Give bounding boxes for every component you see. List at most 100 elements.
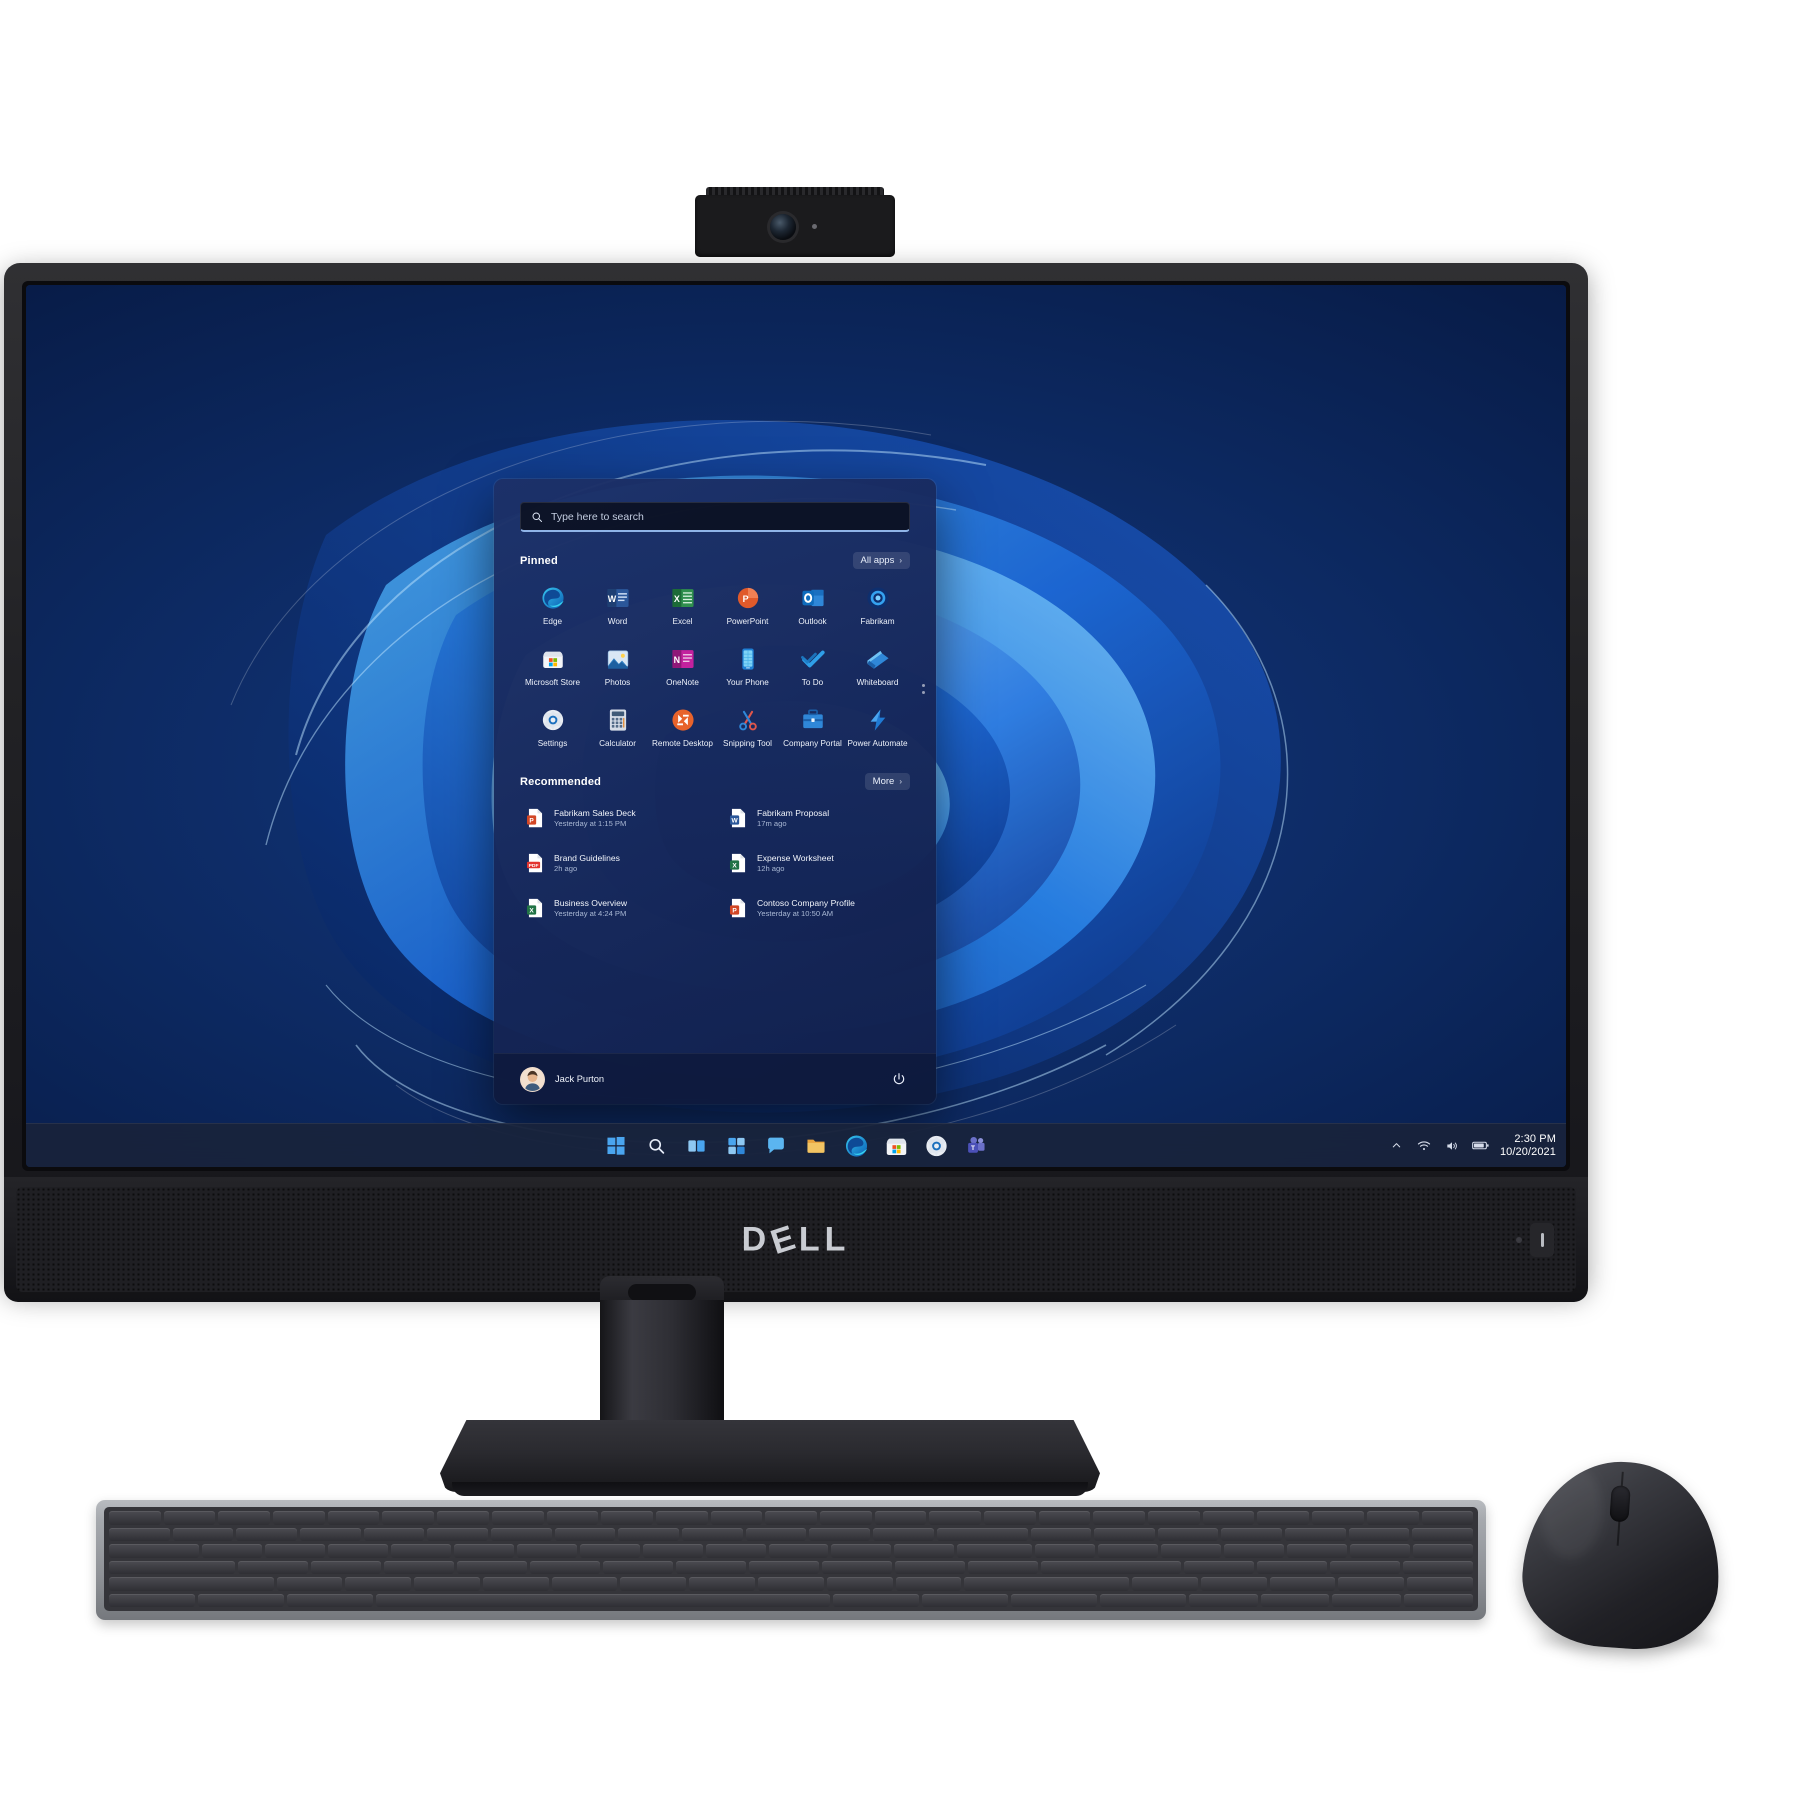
- keyboard-key[interactable]: [1287, 1544, 1348, 1558]
- keyboard-key[interactable]: [1285, 1527, 1346, 1541]
- pinned-app-word[interactable]: W Word: [585, 580, 650, 629]
- keyboard-key[interactable]: [676, 1560, 746, 1574]
- keyboard-key[interactable]: [327, 1511, 380, 1525]
- keyboard-key[interactable]: [375, 1593, 830, 1607]
- keyboard-key[interactable]: [109, 1544, 199, 1558]
- keyboard-key[interactable]: [384, 1560, 454, 1574]
- keyboard-key[interactable]: [264, 1544, 325, 1558]
- keyboard-key[interactable]: [109, 1560, 235, 1574]
- mouse-scroll-wheel[interactable]: [1609, 1485, 1631, 1523]
- recommended-item[interactable]: P Fabrikam Sales Deck Yesterday at 1:15 …: [520, 801, 707, 835]
- pinned-app-photos[interactable]: Photos: [585, 641, 650, 690]
- keyboard-key[interactable]: [382, 1511, 435, 1525]
- speaker-icon[interactable]: [1444, 1137, 1461, 1154]
- power-button[interactable]: [1530, 1222, 1554, 1257]
- search-button[interactable]: [643, 1132, 670, 1159]
- keyboard-key[interactable]: [554, 1527, 616, 1541]
- pinned-app-outlook[interactable]: Outlook: [780, 580, 845, 629]
- keyboard-key[interactable]: [765, 1511, 817, 1525]
- keyboard-key[interactable]: [172, 1527, 234, 1541]
- pinned-app-onenote[interactable]: N OneNote: [650, 641, 715, 690]
- keyboard-key[interactable]: [957, 1544, 1033, 1558]
- keyboard-key[interactable]: [745, 1527, 807, 1541]
- keyboard-key[interactable]: [1330, 1560, 1400, 1574]
- keyboard-key[interactable]: [1338, 1577, 1405, 1591]
- pinned-app-snipping-tool[interactable]: Snipping Tool: [715, 702, 780, 751]
- keyboard-key[interactable]: [872, 1527, 934, 1541]
- keyboard-key[interactable]: [1010, 1593, 1097, 1607]
- keyboard-key[interactable]: [109, 1511, 161, 1525]
- keyboard-key[interactable]: [390, 1544, 451, 1558]
- settings-button[interactable]: [923, 1132, 950, 1159]
- keyboard-key[interactable]: [1200, 1577, 1267, 1591]
- keyboard-key[interactable]: [1157, 1527, 1219, 1541]
- keyboard-key[interactable]: [109, 1577, 274, 1591]
- pinned-app-company-portal[interactable]: Company Portal: [780, 702, 845, 751]
- pinned-page-indicator[interactable]: [922, 684, 925, 694]
- keyboard-key[interactable]: [929, 1511, 981, 1525]
- keyboard-key[interactable]: [1312, 1511, 1364, 1525]
- pinned-app-powerpoint[interactable]: P PowerPoint: [715, 580, 780, 629]
- keyboard-key[interactable]: [1413, 1544, 1473, 1558]
- more-button[interactable]: More ›: [864, 773, 910, 790]
- keyboard-key[interactable]: [345, 1577, 412, 1591]
- pinned-app-your-phone[interactable]: Your Phone: [715, 641, 780, 690]
- keyboard-key[interactable]: [968, 1560, 1038, 1574]
- keyboard-key[interactable]: [1148, 1511, 1200, 1525]
- edge-button[interactable]: [843, 1132, 870, 1159]
- keyboard-key[interactable]: [1041, 1560, 1181, 1574]
- keyboard-key[interactable]: [236, 1527, 297, 1541]
- keyboard-key[interactable]: [414, 1577, 480, 1591]
- pinned-app-excel[interactable]: X Excel: [650, 580, 715, 629]
- keyboard-key[interactable]: [831, 1544, 892, 1558]
- recommended-item[interactable]: W Fabrikam Proposal 17m ago: [723, 801, 910, 835]
- keyboard-key[interactable]: [689, 1577, 756, 1591]
- teams-button[interactable]: T: [963, 1132, 990, 1159]
- keyboard-key[interactable]: [1366, 1511, 1419, 1525]
- keyboard-key[interactable]: [1348, 1527, 1410, 1541]
- keyboard-key[interactable]: [1221, 1527, 1283, 1541]
- pinned-app-microsoft-store[interactable]: Microsoft Store: [520, 641, 585, 690]
- keyboard-key[interactable]: [895, 1560, 965, 1574]
- keyboard-key[interactable]: [1260, 1593, 1330, 1607]
- keyboard-key[interactable]: [1161, 1544, 1222, 1558]
- keyboard-key[interactable]: [1350, 1544, 1411, 1558]
- keyboard-key[interactable]: [453, 1544, 514, 1558]
- pinned-app-edge[interactable]: Edge: [520, 580, 585, 629]
- search-input[interactable]: Type here to search: [520, 502, 910, 532]
- keyboard-key[interactable]: [1332, 1593, 1402, 1607]
- keyboard-key[interactable]: [809, 1527, 870, 1541]
- keyboard-key[interactable]: [109, 1527, 170, 1541]
- task-view-button[interactable]: [683, 1132, 710, 1159]
- wireless-keyboard[interactable]: [96, 1500, 1486, 1620]
- keyboard-key[interactable]: [1404, 1593, 1473, 1607]
- keyboard-key[interactable]: [276, 1577, 343, 1591]
- power-button[interactable]: [887, 1068, 910, 1091]
- keyboard-key[interactable]: [1099, 1593, 1186, 1607]
- start-button[interactable]: [603, 1132, 630, 1159]
- keyboard-key[interactable]: [530, 1560, 600, 1574]
- keyboard-key[interactable]: [1421, 1511, 1474, 1525]
- file-explorer-button[interactable]: [803, 1132, 830, 1159]
- keyboard-key[interactable]: [1131, 1577, 1198, 1591]
- keyboard-key[interactable]: [363, 1527, 425, 1541]
- keyboard-key[interactable]: [964, 1577, 1129, 1591]
- keyboard-key[interactable]: [822, 1560, 892, 1574]
- keyboard-key[interactable]: [642, 1544, 703, 1558]
- keyboard-key[interactable]: [1035, 1544, 1096, 1558]
- keyboard-key[interactable]: [1403, 1560, 1473, 1574]
- recommended-item[interactable]: P Contoso Company Profile Yesterday at 1…: [723, 891, 910, 925]
- keyboard-key[interactable]: [1038, 1511, 1091, 1525]
- keyboard-key[interactable]: [984, 1511, 1036, 1525]
- user-account-button[interactable]: Jack Purton: [520, 1066, 604, 1092]
- keyboard-key[interactable]: [1184, 1560, 1254, 1574]
- keyboard-key[interactable]: [238, 1560, 308, 1574]
- keyboard-key[interactable]: [311, 1560, 381, 1574]
- keyboard-key[interactable]: [1098, 1544, 1159, 1558]
- keyboard-key[interactable]: [427, 1527, 488, 1541]
- pinned-app-settings[interactable]: Settings: [520, 702, 585, 751]
- pinned-app-calculator[interactable]: Calculator: [585, 702, 650, 751]
- recommended-item[interactable]: X Business Overview Yesterday at 4:24 PM: [520, 891, 707, 925]
- keyboard-key[interactable]: [1412, 1527, 1474, 1541]
- all-apps-button[interactable]: All apps ›: [852, 552, 910, 569]
